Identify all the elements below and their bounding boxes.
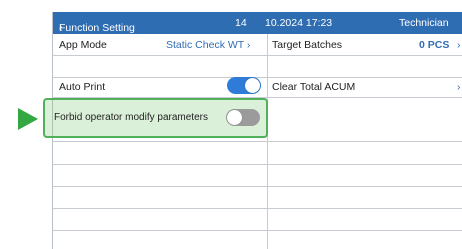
clear-total-label: Clear Total ACUM <box>272 81 356 93</box>
target-batches-value[interactable]: 0 PCS <box>419 39 449 51</box>
app-mode-value-text: Static Check WT <box>166 39 244 51</box>
chevron-right-icon: › <box>457 39 461 51</box>
chevron-right-icon: › <box>457 81 461 93</box>
row-divider <box>53 208 462 209</box>
header-datetime: 10.2024 17:23 <box>265 17 333 29</box>
header-user: Technician <box>399 17 449 29</box>
row-divider <box>53 141 462 142</box>
row-divider <box>53 230 462 231</box>
toggle-knob <box>245 78 260 93</box>
target-batches-label: Target Batches <box>272 39 343 51</box>
app-mode-value[interactable]: Static Check WT › <box>166 39 250 51</box>
back-label: Function Setting <box>59 22 135 34</box>
pointer-arrow-icon <box>18 108 38 130</box>
row-divider <box>53 55 462 56</box>
row-divider <box>53 164 462 165</box>
column-divider <box>267 34 268 249</box>
auto-print-toggle[interactable] <box>227 77 261 94</box>
toggle-knob <box>227 110 242 125</box>
header-number: 14 <box>235 17 247 29</box>
highlight-box: Forbid operator modify parameters <box>43 98 268 138</box>
chevron-right-icon: › <box>246 39 251 51</box>
forbid-modify-toggle[interactable] <box>226 109 260 126</box>
auto-print-label: Auto Print <box>59 81 106 93</box>
app-mode-label: App Mode <box>59 39 107 51</box>
forbid-modify-label: Forbid operator modify parameters <box>54 112 208 123</box>
row-divider <box>53 186 462 187</box>
title-bar: ‹ Function Setting 14 10.2024 17:23 Techn… <box>53 12 462 34</box>
